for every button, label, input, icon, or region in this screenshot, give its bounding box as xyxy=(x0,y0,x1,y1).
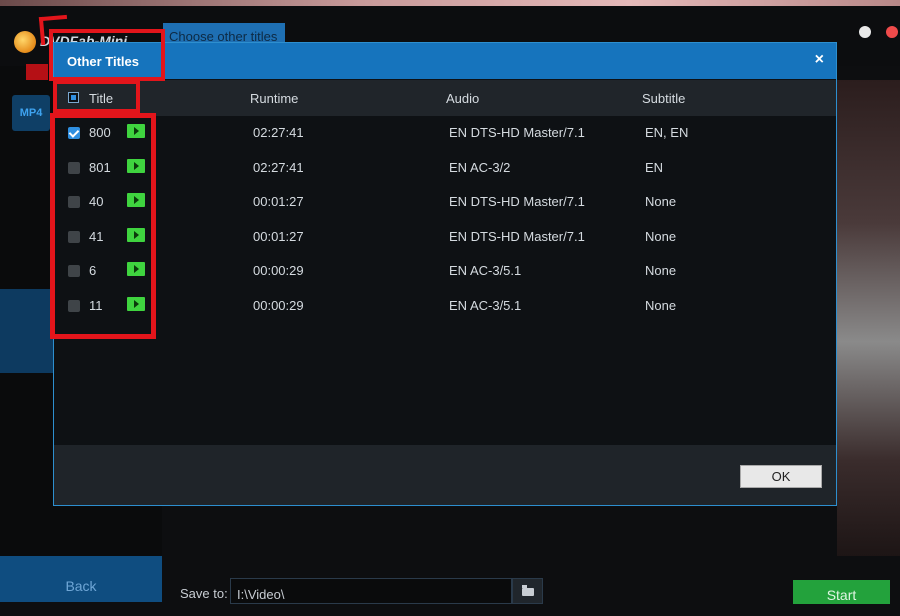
row-subtitle: None xyxy=(645,263,677,278)
row-audio: EN DTS-HD Master/7.1 xyxy=(449,125,585,140)
annotation-wedge xyxy=(26,64,48,80)
background-artwork xyxy=(837,80,900,556)
annotation-box-header xyxy=(53,80,140,113)
row-subtitle: EN, EN xyxy=(645,125,689,140)
row-audio: EN DTS-HD Master/7.1 xyxy=(449,194,585,209)
column-subtitle[interactable]: Subtitle xyxy=(642,91,685,106)
browse-folder-button[interactable] xyxy=(512,578,543,604)
annotation-box-title xyxy=(49,29,165,81)
folder-icon xyxy=(522,585,534,596)
other-titles-dialog: Other Titles × Title Runtime Audio Subti… xyxy=(53,42,837,506)
row-subtitle: None xyxy=(645,298,677,313)
row-runtime: 00:00:29 xyxy=(253,298,304,313)
table-row[interactable]: 800 02:27:41 EN DTS-HD Master/7.1 EN, EN xyxy=(54,116,836,150)
table-row[interactable]: 801 02:27:41 EN AC-3/2 EN xyxy=(54,151,836,185)
mp4-format-icon[interactable]: MP4 xyxy=(12,95,50,131)
row-audio: EN AC-3/2 xyxy=(449,160,511,175)
left-selected-block xyxy=(0,289,53,373)
row-subtitle: None xyxy=(645,229,677,244)
row-runtime: 02:27:41 xyxy=(253,125,304,140)
row-audio: EN AC-3/5.1 xyxy=(449,298,522,313)
back-button[interactable]: Back xyxy=(0,556,162,602)
table-row[interactable]: 41 00:01:27 EN DTS-HD Master/7.1 None xyxy=(54,220,836,254)
app-logo-icon xyxy=(14,31,36,53)
start-button[interactable]: Start xyxy=(793,580,890,604)
row-subtitle: None xyxy=(645,194,677,209)
dialog-footer: OK xyxy=(54,445,836,505)
ok-button[interactable]: OK xyxy=(740,465,822,488)
table-row[interactable]: 40 00:01:27 EN DTS-HD Master/7.1 None xyxy=(54,185,836,219)
titles-table-header: Title Runtime Audio Subtitle xyxy=(54,80,836,116)
row-runtime: 02:27:41 xyxy=(253,160,304,175)
dialog-close-icon[interactable]: × xyxy=(815,51,824,69)
close-window-button[interactable] xyxy=(886,26,898,38)
save-to-label: Save to: xyxy=(180,586,228,601)
column-audio[interactable]: Audio xyxy=(446,91,479,106)
row-subtitle: EN xyxy=(645,160,664,175)
table-row[interactable]: 6 00:00:29 EN AC-3/5.1 None xyxy=(54,254,836,288)
row-runtime: 00:01:27 xyxy=(253,194,304,209)
column-runtime[interactable]: Runtime xyxy=(250,91,298,106)
dialog-titlebar: Other Titles × xyxy=(54,43,836,79)
table-row[interactable]: 11 00:00:29 EN AC-3/5.1 None xyxy=(54,289,836,323)
row-runtime: 00:00:29 xyxy=(253,263,304,278)
row-audio: EN AC-3/5.1 xyxy=(449,263,522,278)
minimize-button[interactable] xyxy=(859,26,871,38)
annotation-box-list xyxy=(50,113,156,339)
save-path-field[interactable]: I:\Video\ xyxy=(230,578,512,604)
row-audio: EN DTS-HD Master/7.1 xyxy=(449,229,585,244)
row-runtime: 00:01:27 xyxy=(253,229,304,244)
